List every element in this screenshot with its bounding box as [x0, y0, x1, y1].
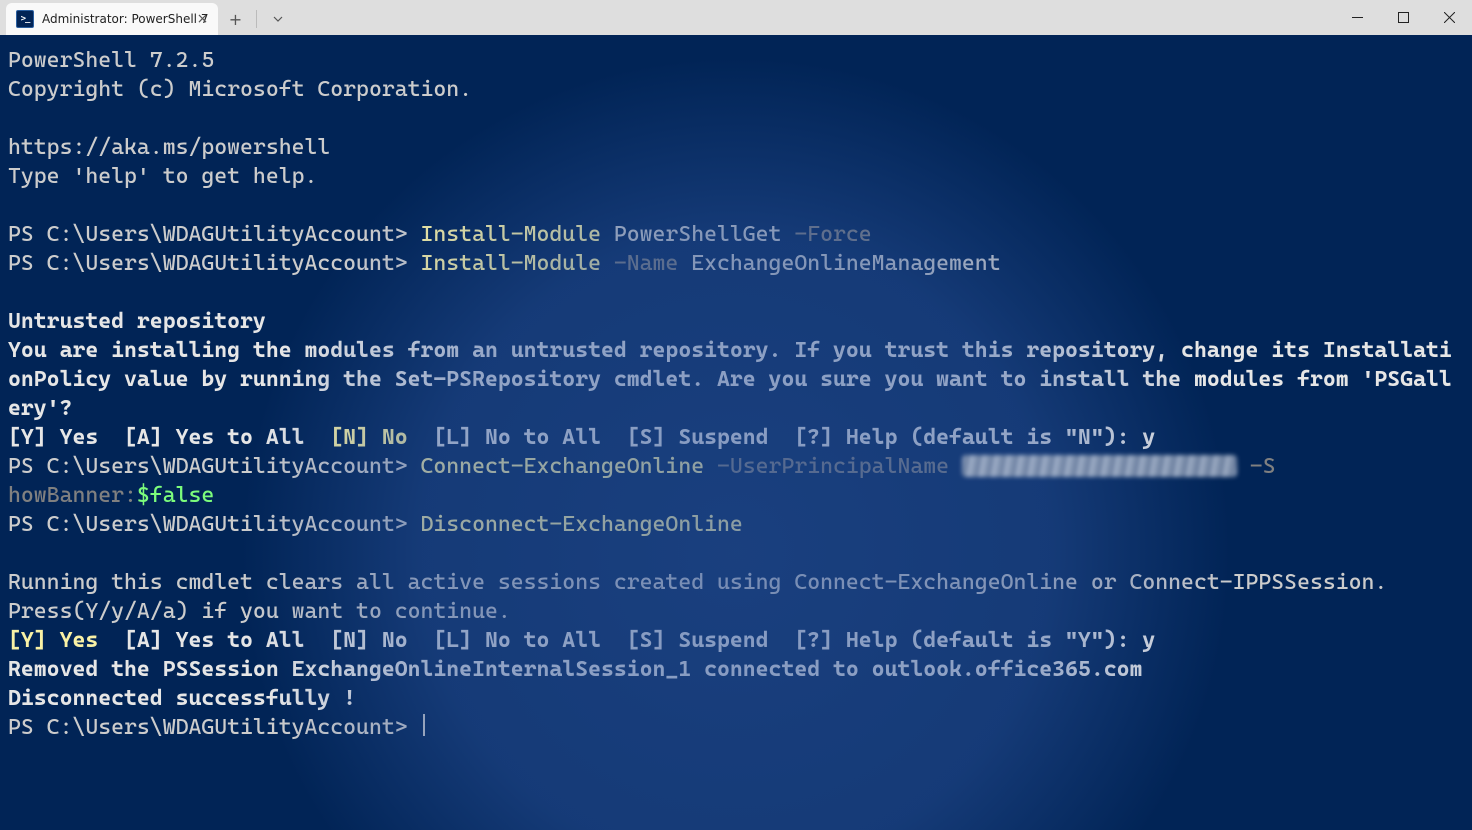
- banner-copyright: Copyright (c) Microsoft Corporation.: [8, 77, 472, 102]
- param-upn: -UserPrincipalName: [704, 454, 962, 479]
- redacted-email: [962, 455, 1237, 477]
- prompt: PS C:\Users\WDAGUtilityAccount>: [8, 454, 421, 479]
- tab-dropdown-button[interactable]: [261, 5, 295, 33]
- minimize-button[interactable]: [1334, 2, 1380, 32]
- maximize-button[interactable]: [1380, 2, 1426, 32]
- disconnected-line: Disconnected successfully !: [8, 686, 356, 711]
- new-tab-button[interactable]: +: [218, 5, 252, 33]
- disconnect-body-2: Press(Y/y/A/a) if you want to continue.: [8, 599, 511, 624]
- param-showbanner-tail: howBanner:: [8, 483, 137, 508]
- tab-title: Administrator: PowerShell 7: [42, 12, 208, 26]
- divider: [256, 10, 257, 28]
- terminal-output[interactable]: PowerShell 7.2.5 Copyright (c) Microsoft…: [0, 35, 1472, 830]
- arg: PowerShellGet: [601, 222, 794, 247]
- minimize-icon: [1352, 12, 1363, 23]
- prompt: PS C:\Users\WDAGUtilityAccount>: [8, 251, 421, 276]
- cmd-disconnect-exchange: Disconnect-ExchangeOnline: [421, 512, 743, 537]
- param-name: -Name: [601, 251, 678, 276]
- close-button[interactable]: [1426, 2, 1472, 32]
- prompt: PS C:\Users\WDAGUtilityAccount>: [8, 512, 421, 537]
- cmd-connect-exchange: Connect-ExchangeOnline: [421, 454, 705, 479]
- tabs-area: Administrator: PowerShell 7 × +: [0, 0, 295, 35]
- param-force: -Force: [794, 222, 871, 247]
- cmd-install-module-2: Install-Module: [421, 251, 601, 276]
- powershell-icon: [16, 10, 34, 28]
- tab-actions: +: [218, 3, 295, 35]
- close-tab-icon[interactable]: ×: [194, 11, 210, 27]
- disconnect-body-1: Running this cmdlet clears all active se…: [8, 570, 1387, 595]
- tab-powershell[interactable]: Administrator: PowerShell 7 ×: [6, 3, 218, 35]
- var-false: $false: [137, 483, 214, 508]
- maximize-icon: [1398, 12, 1409, 23]
- param-showbanner-s: -S: [1237, 454, 1276, 479]
- banner-link: https://aka.ms/powershell: [8, 135, 330, 160]
- window-controls: [1334, 2, 1472, 32]
- untrusted-heading: Untrusted repository: [8, 309, 266, 334]
- chevron-down-icon: [273, 14, 283, 24]
- choice2-default-y: [Y] Yes: [8, 628, 98, 653]
- choice-suffix: [L] No to All [S] Suspend [?] Help (defa…: [408, 425, 1156, 450]
- untrusted-body: You are installing the modules from an u…: [8, 338, 1452, 421]
- choice-prefix: [Y] Yes [A] Yes to All: [8, 425, 330, 450]
- banner-help: Type 'help' to get help.: [8, 164, 317, 189]
- cmd-install-module-1: Install-Module: [421, 222, 601, 247]
- removed-line: Removed the PSSession ExchangeOnlineInte…: [8, 657, 1142, 682]
- cursor: [423, 714, 425, 736]
- close-icon: [1444, 12, 1455, 23]
- choice-default-n: [N] No: [330, 425, 407, 450]
- prompt: PS C:\Users\WDAGUtilityAccount>: [8, 222, 421, 247]
- titlebar: Administrator: PowerShell 7 × +: [0, 0, 1472, 35]
- choice2-rest: [A] Yes to All [N] No [L] No to All [S] …: [98, 628, 1155, 653]
- arg: ExchangeOnlineManagement: [678, 251, 1000, 276]
- banner-version: PowerShell 7.2.5: [8, 48, 214, 73]
- prompt: PS C:\Users\WDAGUtilityAccount>: [8, 715, 421, 740]
